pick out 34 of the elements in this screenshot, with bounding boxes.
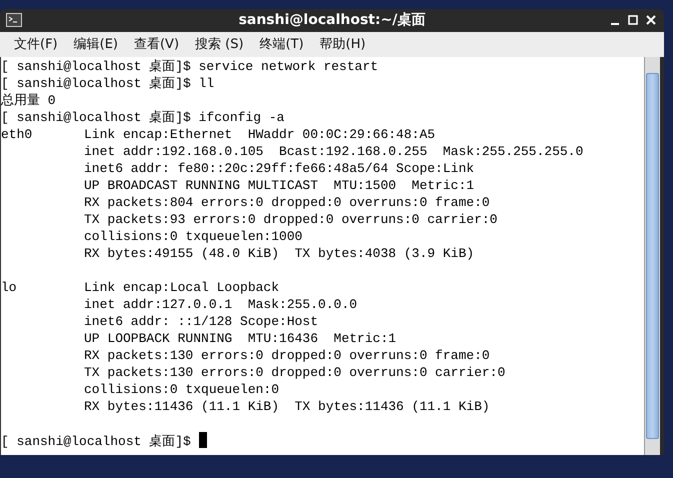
output-line: collisions:0 txqueuelen:1000 — [84, 229, 302, 244]
output-line: collisions:0 txqueuelen:0 — [84, 382, 280, 397]
menu-item[interactable]: 搜索 (S) — [187, 34, 252, 54]
terminal-icon — [6, 13, 22, 27]
menu-item[interactable]: 帮助(H) — [312, 34, 374, 54]
menu-item[interactable]: 查看(V) — [126, 34, 188, 54]
output-line: inet addr:192.168.0.105 Bcast:192.168.0.255 Mask:255.255.255.0 — [84, 144, 584, 159]
menu-item[interactable]: 文件(F) — [6, 34, 66, 54]
terminal-line: [ sanshi@localhost 桌面]$ — [1, 434, 192, 449]
output-line: UP BROADCAST RUNNING MULTICAST MTU:1500 Metric:1 — [84, 178, 474, 193]
terminal-line: 总用量 0 — [1, 93, 56, 108]
output-line: RX packets:130 errors:0 dropped:0 overruns:0 frame:0 — [84, 348, 490, 363]
terminal-line: [ sanshi@localhost 桌面]$ ll — [1, 76, 214, 91]
output-line: RX packets:804 errors:0 dropped:0 overruns:0 frame:0 — [84, 195, 490, 210]
interface-name: lo — [1, 279, 18, 296]
maximize-icon[interactable] — [628, 15, 638, 25]
menu-item[interactable]: 编辑(E) — [66, 34, 126, 54]
output-line: inet6 addr: fe80::20c:29ff:fe66:48a5/64 Scope:Link — [84, 161, 474, 176]
output-line: Link encap:Ethernet HWaddr 00:0C:29:66:48:A5 — [84, 127, 436, 142]
output-line: inet addr:127.0.0.1 Mask:255.0.0.0 — [84, 297, 358, 312]
output-line: TX packets:93 errors:0 dropped:0 overruns:0 carrier:0 — [84, 212, 498, 227]
interface-name: eth0 — [1, 126, 34, 143]
menu-item[interactable]: 终端(T) — [252, 34, 312, 54]
output-line: RX bytes:49155 (48.0 KiB) TX bytes:4038 (3.9 KiB) — [84, 246, 474, 261]
output-line: Link encap:Local Loopback — [84, 280, 280, 295]
output-line: inet6 addr: ::1/128 Scope:Host — [84, 314, 318, 329]
window-title: sanshi@localhost:~/桌面 — [238, 11, 426, 30]
scrollbar-thumb[interactable] — [646, 73, 659, 439]
output-line: UP LOOPBACK RUNNING MTU:16436 Metric:1 — [84, 331, 396, 346]
terminal-line: [ sanshi@localhost 桌面]$ ifconfig -a — [1, 110, 284, 125]
output-line: TX packets:130 errors:0 dropped:0 overruns:0 carrier:0 — [84, 365, 506, 380]
close-icon[interactable] — [646, 15, 656, 25]
terminal-line: [ sanshi@localhost 桌面]$ service network restart — [1, 59, 378, 74]
output-line: RX bytes:11436 (11.1 KiB) TX bytes:11436 (11.1 KiB) — [84, 399, 490, 414]
